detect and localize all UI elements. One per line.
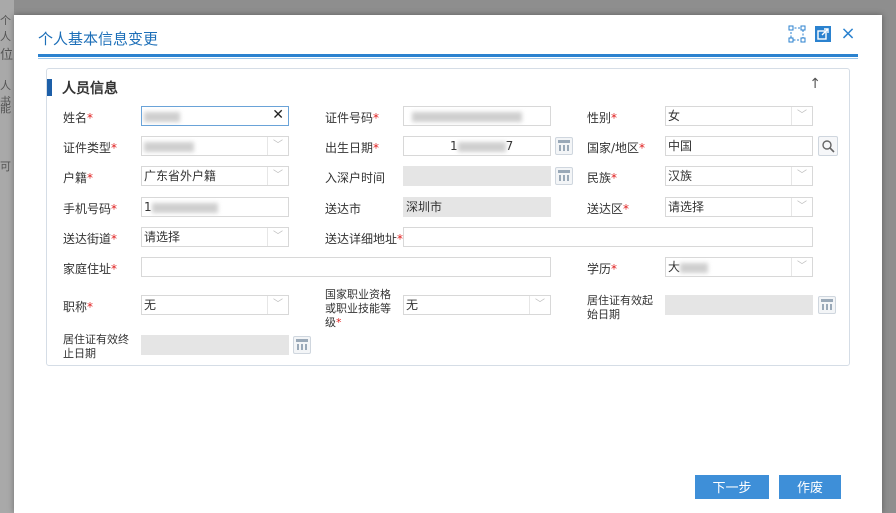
country-input[interactable]: 中国 xyxy=(665,136,813,156)
ethnic-label: 民族* xyxy=(587,171,618,185)
district-value: 请选择 xyxy=(668,200,705,214)
street-value: 请选择 xyxy=(144,230,181,244)
residence-end-label: 居住证有效终 止日期 xyxy=(63,333,129,360)
qualification-value: 无 xyxy=(406,298,419,312)
address-label: 送达详细地址* xyxy=(325,232,404,246)
ethnic-value: 汉族 xyxy=(668,169,693,183)
title-divider xyxy=(38,58,858,59)
background-text: 能 xyxy=(0,102,11,115)
gender-value: 女 xyxy=(668,109,681,123)
address-input[interactable] xyxy=(403,227,813,247)
birth-date-value: 1 xyxy=(450,139,458,153)
enter-sz-date-label: 入深户时间 xyxy=(325,171,386,185)
street-label: 送达街道* xyxy=(63,232,118,246)
professional-title-select[interactable]: 无 ﹀ xyxy=(141,295,289,315)
residence-start-label: 居住证有效起 始日期 xyxy=(587,294,653,321)
chevron-down-icon: ﹀ xyxy=(267,296,288,314)
qualification-label: 国家职业资格 或职业技能等 级* xyxy=(325,288,391,329)
panel-accent-bar xyxy=(47,79,52,96)
void-button[interactable]: 作废 xyxy=(779,475,841,499)
redacted-text xyxy=(144,141,194,152)
education-select[interactable]: 大 ﹀ xyxy=(665,257,813,277)
background-text: 可 xyxy=(0,160,11,173)
personnel-info-panel: 人员信息 ↑ 姓名* ✕ 证件号码* 性别* 女 ﹀ 证件类型* ﹀ 出生日期*… xyxy=(46,68,850,366)
change-info-dialog: 个人基本信息变更 × 人员信息 ↑ 姓名* ✕ 证件号码* 性别* 女 ﹀ 证件… xyxy=(14,15,882,513)
calendar-icon[interactable] xyxy=(818,296,836,314)
residence-end-input xyxy=(141,335,289,355)
redacted-text xyxy=(151,202,218,213)
chevron-down-icon: ﹀ xyxy=(267,167,288,185)
phone-input[interactable]: 1 xyxy=(141,197,289,217)
chevron-down-icon: ﹀ xyxy=(791,107,812,125)
chevron-down-icon: ﹀ xyxy=(791,198,812,216)
background-text: 位 xyxy=(0,48,14,63)
city-value: 深圳市 xyxy=(406,200,443,214)
enter-sz-date-input xyxy=(403,166,551,186)
phone-value: 1 xyxy=(144,200,152,214)
calendar-icon[interactable] xyxy=(555,167,573,185)
country-value: 中国 xyxy=(668,139,693,153)
street-select[interactable]: 请选择 ﹀ xyxy=(141,227,289,247)
background-page: 个人 位 人书 能 可 xyxy=(0,0,14,513)
chevron-down-icon: ﹀ xyxy=(791,258,812,276)
resize-icon[interactable] xyxy=(788,25,806,43)
district-label: 送达区* xyxy=(587,202,630,216)
phone-label: 手机号码* xyxy=(63,202,118,216)
home-address-label: 家庭住址* xyxy=(63,262,118,276)
redacted-text xyxy=(412,111,522,122)
hukou-label: 户籍* xyxy=(63,171,94,185)
ethnic-select[interactable]: 汉族 ﹀ xyxy=(665,166,813,186)
education-value: 大 xyxy=(668,260,681,274)
name-label: 姓名* xyxy=(63,111,94,125)
district-select[interactable]: 请选择 ﹀ xyxy=(665,197,813,217)
professional-title-value: 无 xyxy=(144,298,157,312)
chevron-down-icon: ﹀ xyxy=(529,296,550,314)
birth-date-input[interactable]: 17 xyxy=(403,136,551,156)
next-step-button[interactable]: 下一步 xyxy=(695,475,769,499)
city-label: 送达市 xyxy=(325,202,362,216)
close-icon[interactable]: × xyxy=(839,25,857,43)
city-input: 深圳市 xyxy=(403,197,551,217)
birth-date-label: 出生日期* xyxy=(325,141,380,155)
qualification-select[interactable]: 无 ﹀ xyxy=(403,295,551,315)
id-number-input[interactable] xyxy=(403,106,551,126)
background-text: 个人 xyxy=(0,14,11,43)
search-icon[interactable] xyxy=(818,136,838,156)
name-input[interactable]: ✕ xyxy=(141,106,289,126)
calendar-icon[interactable] xyxy=(293,336,311,354)
redacted-text xyxy=(680,262,709,273)
clear-icon[interactable]: ✕ xyxy=(272,107,284,124)
dialog-title: 个人基本信息变更 xyxy=(38,30,159,48)
popout-icon[interactable] xyxy=(814,25,832,43)
redacted-text xyxy=(144,111,180,122)
panel-title: 人员信息 xyxy=(62,81,118,97)
education-label: 学历* xyxy=(587,262,618,276)
gender-label: 性别* xyxy=(587,111,618,125)
hukou-select[interactable]: 广东省外户籍 ﹀ xyxy=(141,166,289,186)
redacted-text xyxy=(457,141,506,152)
birth-date-value: 7 xyxy=(505,139,514,153)
chevron-down-icon: ﹀ xyxy=(267,137,288,155)
dialog-titlebar: 个人基本信息变更 × xyxy=(14,15,882,59)
calendar-icon[interactable] xyxy=(555,137,573,155)
id-type-select[interactable]: ﹀ xyxy=(141,136,289,156)
country-label: 国家/地区* xyxy=(587,141,646,155)
id-type-label: 证件类型* xyxy=(63,141,118,155)
home-address-input[interactable] xyxy=(141,257,551,277)
gender-select[interactable]: 女 ﹀ xyxy=(665,106,813,126)
hukou-value: 广东省外户籍 xyxy=(144,169,217,183)
collapse-arrow-icon[interactable]: ↑ xyxy=(809,76,821,92)
id-number-label: 证件号码* xyxy=(325,111,380,125)
chevron-down-icon: ﹀ xyxy=(267,228,288,246)
chevron-down-icon: ﹀ xyxy=(791,167,812,185)
professional-title-label: 职称* xyxy=(63,300,94,314)
residence-start-input xyxy=(665,295,813,315)
title-divider xyxy=(38,54,858,57)
